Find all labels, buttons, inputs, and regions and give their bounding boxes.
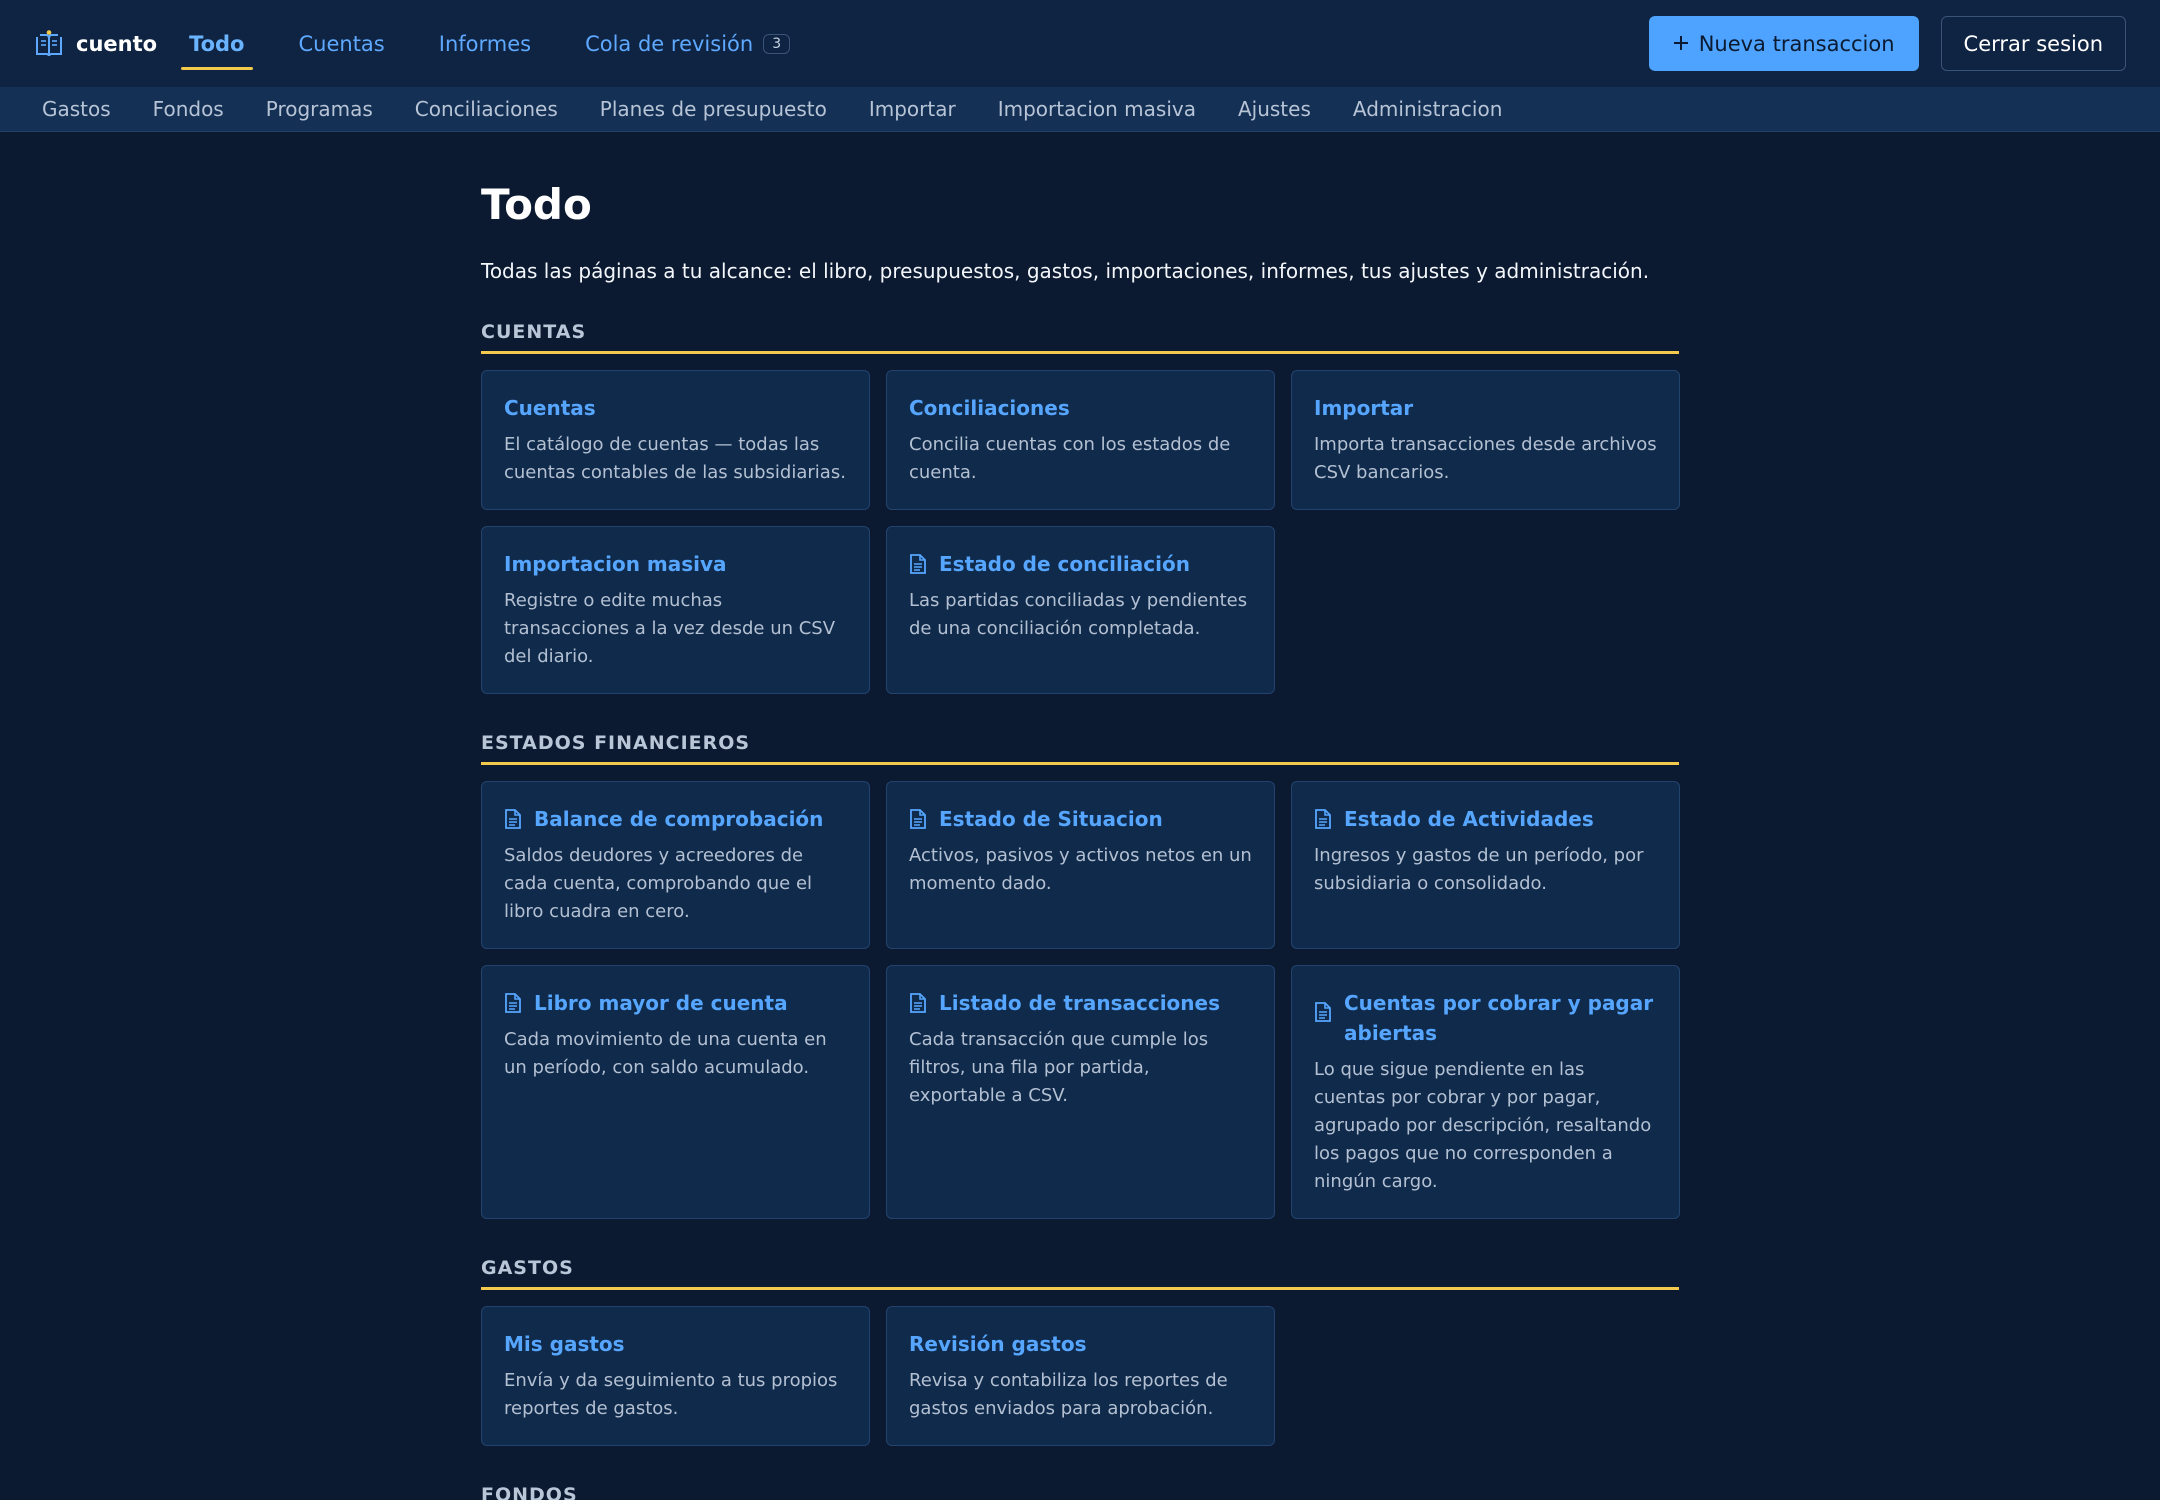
topnav-item-informes[interactable]: Informes xyxy=(429,24,541,64)
subnav-item-conciliaciones[interactable]: Conciliaciones xyxy=(415,97,558,121)
card-estado-actividades[interactable]: Estado de Actividades Ingresos y gastos … xyxy=(1291,781,1680,949)
card-estado-conciliacion[interactable]: Estado de conciliación Las partidas conc… xyxy=(886,526,1275,694)
section-cards: Mis gastos Envía y da seguimiento a tus … xyxy=(481,1306,1679,1446)
topnav-item-review-queue[interactable]: Cola de revisión 3 xyxy=(575,24,800,64)
section-cards: Cuentas El catálogo de cuentas — todas l… xyxy=(481,370,1680,694)
card-description: Revisa y contabiliza los reportes de gas… xyxy=(909,1370,1228,1419)
card-title: Estado de Actividades xyxy=(1344,807,1594,831)
card-revision-gastos[interactable]: Revisión gastos Revisa y contabiliza los… xyxy=(886,1306,1275,1446)
book-icon xyxy=(34,29,64,59)
subnav-item-administracion[interactable]: Administracion xyxy=(1353,97,1503,121)
card-title: Conciliaciones xyxy=(909,396,1070,420)
card-title: Importacion masiva xyxy=(504,552,727,576)
card-title-row: Estado de Situacion xyxy=(909,804,1252,834)
brand-name: cuento xyxy=(76,31,158,56)
new-transaction-label: Nueva transaccion xyxy=(1698,31,1895,56)
card-listado-transacciones[interactable]: Listado de transacciones Cada transacció… xyxy=(886,965,1275,1219)
subnav-item-gastos[interactable]: Gastos xyxy=(42,97,111,121)
card-title-row: Conciliaciones xyxy=(909,393,1252,423)
page-description: Todas las páginas a tu alcance: el libro… xyxy=(481,259,1650,283)
document-icon xyxy=(1314,1002,1334,1022)
subnav-item-ajustes[interactable]: Ajustes xyxy=(1238,97,1311,121)
card-title: Libro mayor de cuenta xyxy=(534,991,788,1015)
top-bar: cuento Todo Cuentas Informes Cola de rev… xyxy=(0,0,2160,87)
brand[interactable]: cuento xyxy=(34,29,157,59)
card-libro-mayor[interactable]: Libro mayor de cuenta Cada movimiento de… xyxy=(481,965,870,1219)
card-description: Concilia cuentas con los estados de cuen… xyxy=(909,434,1231,483)
card-conciliaciones[interactable]: Conciliaciones Concilia cuentas con los … xyxy=(886,370,1275,510)
card-cuentas[interactable]: Cuentas El catálogo de cuentas — todas l… xyxy=(481,370,870,510)
card-title: Estado de Situacion xyxy=(939,807,1163,831)
card-mis-gastos[interactable]: Mis gastos Envía y da seguimiento a tus … xyxy=(481,1306,870,1446)
card-title-row: Estado de Actividades xyxy=(1314,804,1657,834)
card-description: Importa transacciones desde archivos CSV… xyxy=(1314,434,1657,483)
card-title: Balance de comprobación xyxy=(534,807,824,831)
subnav-item-programas[interactable]: Programas xyxy=(266,97,373,121)
topnav-label: Cola de revisión xyxy=(585,31,754,56)
card-title: Estado de conciliación xyxy=(939,552,1190,576)
card-title: Cuentas xyxy=(504,396,596,420)
card-description: Registre o edite muchas transacciones a … xyxy=(504,590,836,667)
document-icon xyxy=(909,554,929,574)
main-content: Todo Todas las páginas a tu alcance: el … xyxy=(481,132,1680,1500)
document-icon xyxy=(909,809,929,829)
card-title-row: Cuentas por cobrar y pagar abiertas xyxy=(1314,988,1657,1048)
card-balance-comprobacion[interactable]: Balance de comprobación Saldos deudores … xyxy=(481,781,870,949)
card-description: Lo que sigue pendiente en las cuentas po… xyxy=(1314,1059,1652,1192)
card-description: Ingresos y gastos de un período, por sub… xyxy=(1314,845,1644,894)
page-title: Todo xyxy=(481,180,592,229)
subnav-item-importar[interactable]: Importar xyxy=(869,97,956,121)
card-title-row: Libro mayor de cuenta xyxy=(504,988,847,1018)
logout-button[interactable]: Cerrar sesion xyxy=(1940,16,2126,71)
card-estado-situacion[interactable]: Estado de Situacion Activos, pasivos y a… xyxy=(886,781,1275,949)
section-title: ESTADOS FINANCIEROS xyxy=(481,732,1679,765)
card-description: Cada transacción que cumple los filtros,… xyxy=(909,1029,1209,1106)
card-title-row: Cuentas xyxy=(504,393,847,423)
document-icon xyxy=(909,993,929,1013)
subnav-item-planes[interactable]: Planes de presupuesto xyxy=(600,97,827,121)
card-title: Cuentas por cobrar y pagar abiertas xyxy=(1344,991,1654,1045)
card-title-row: Importacion masiva xyxy=(504,549,847,579)
card-title-row: Mis gastos xyxy=(504,1329,847,1359)
card-description: Saldos deudores y acreedores de cada cue… xyxy=(504,845,813,922)
card-title-row: Importar xyxy=(1314,393,1657,423)
sub-nav: Gastos Fondos Programas Conciliaciones P… xyxy=(0,87,2160,132)
card-title-row: Balance de comprobación xyxy=(504,804,847,834)
section-title: FONDOS xyxy=(481,1484,1679,1500)
section-title: CUENTAS xyxy=(481,321,1679,354)
card-title-row: Listado de transacciones xyxy=(909,988,1252,1018)
topnav-label: Cuentas xyxy=(298,31,385,56)
topnav-item-todo[interactable]: Todo xyxy=(179,24,254,70)
card-importar[interactable]: Importar Importa transacciones desde arc… xyxy=(1291,370,1680,510)
document-icon xyxy=(504,809,524,829)
card-description: Activos, pasivos y activos netos en un m… xyxy=(909,845,1252,894)
plus-icon xyxy=(1673,32,1689,56)
new-transaction-button[interactable]: Nueva transaccion xyxy=(1648,16,1919,71)
document-icon xyxy=(1314,809,1334,829)
card-cuentas-abiertas[interactable]: Cuentas por cobrar y pagar abiertas Lo q… xyxy=(1291,965,1680,1219)
card-title: Mis gastos xyxy=(504,1332,625,1356)
section-cards: Balance de comprobación Saldos deudores … xyxy=(481,781,1680,1219)
top-actions: Nueva transaccion Cerrar sesion xyxy=(1648,16,2126,71)
subnav-item-fondos[interactable]: Fondos xyxy=(153,97,224,121)
card-title: Listado de transacciones xyxy=(939,991,1220,1015)
topnav-item-cuentas[interactable]: Cuentas xyxy=(289,24,395,64)
card-title: Revisión gastos xyxy=(909,1332,1087,1356)
top-nav: Todo Cuentas Informes Cola de revisión 3 xyxy=(179,24,800,70)
section-title: GASTOS xyxy=(481,1257,1679,1290)
card-description: Envía y da seguimiento a tus propios rep… xyxy=(504,1370,838,1419)
card-title: Importar xyxy=(1314,396,1414,420)
topnav-label: Todo xyxy=(189,31,245,56)
topnav-label: Informes xyxy=(438,31,532,56)
card-importacion-masiva[interactable]: Importacion masiva Registre o edite much… xyxy=(481,526,870,694)
card-title-row: Estado de conciliación xyxy=(909,549,1252,579)
card-description: Cada movimiento de una cuenta en un perí… xyxy=(504,1029,827,1078)
subnav-item-importacion-masiva[interactable]: Importacion masiva xyxy=(998,97,1196,121)
card-description: El catálogo de cuentas — todas las cuent… xyxy=(504,434,846,483)
card-description: Las partidas conciliadas y pendientes de… xyxy=(909,590,1248,639)
document-icon xyxy=(504,993,524,1013)
card-title-row: Revisión gastos xyxy=(909,1329,1252,1359)
review-count-badge: 3 xyxy=(763,33,791,54)
